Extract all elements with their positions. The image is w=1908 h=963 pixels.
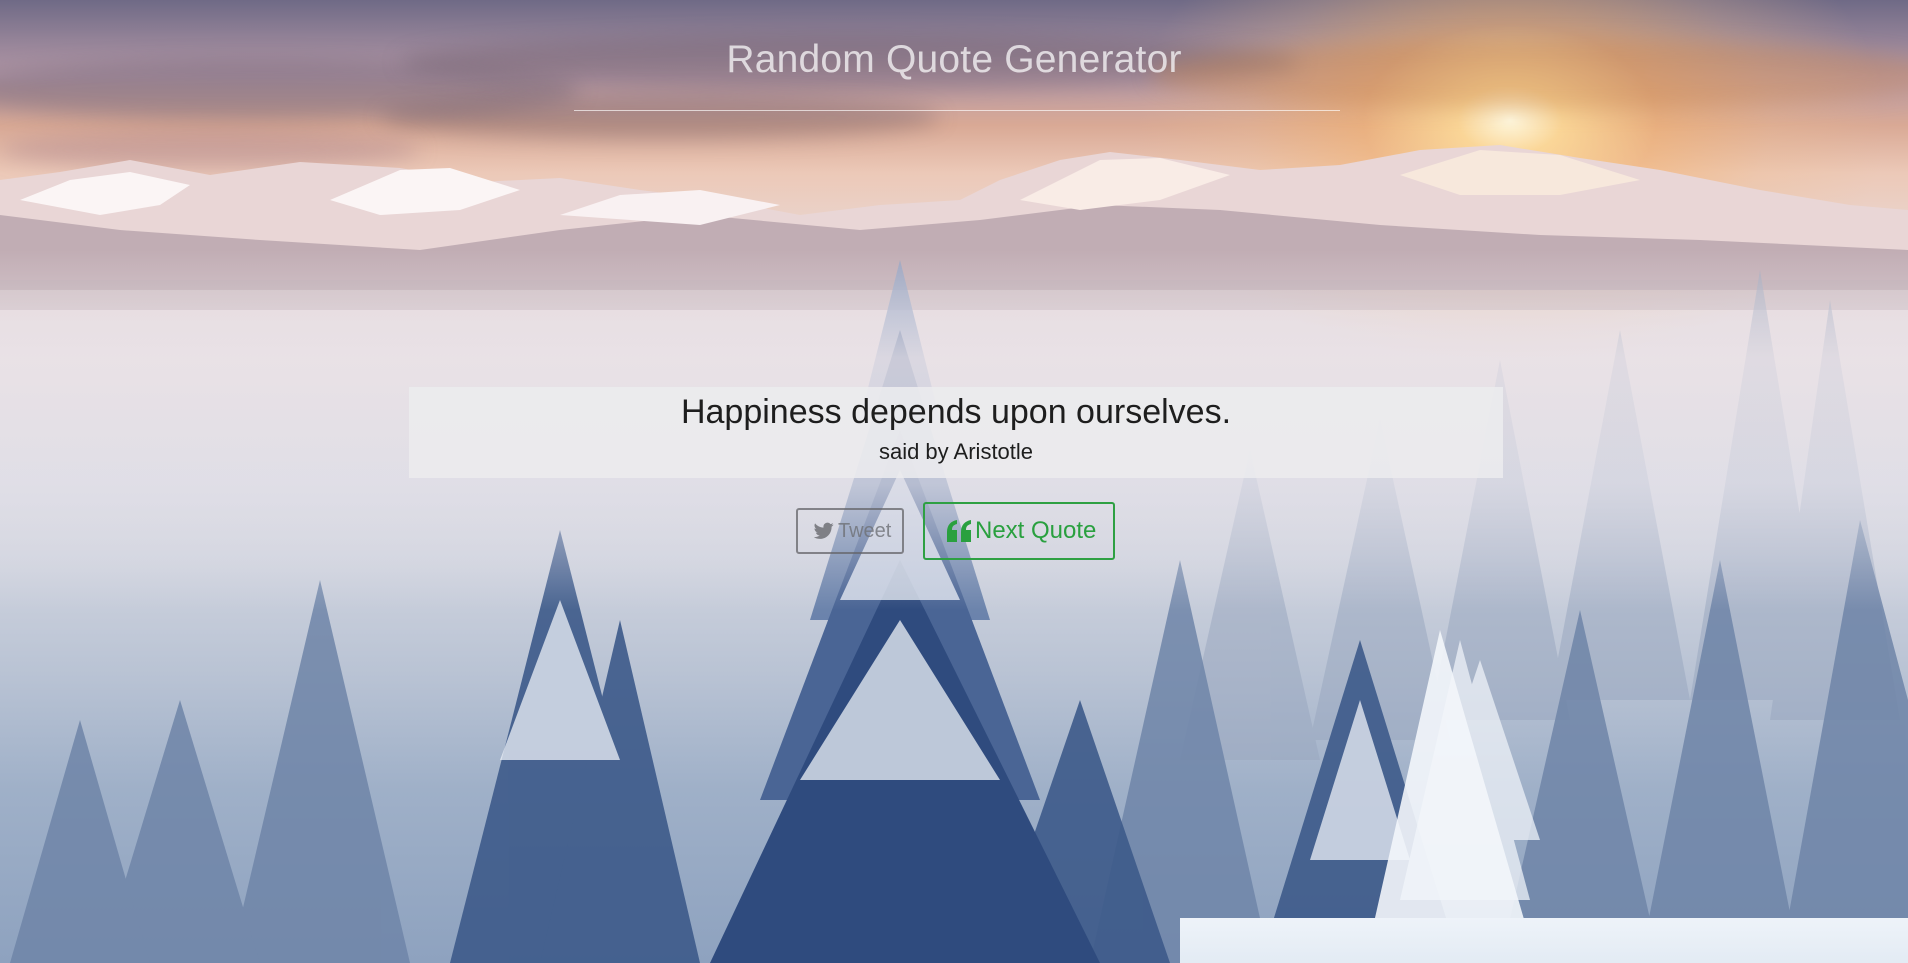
- page-title: Random Quote Generator: [726, 38, 1182, 81]
- quote-text: Happiness depends upon ourselves.: [680, 393, 1232, 431]
- action-buttons: Tweet Next Quote: [0, 502, 1908, 560]
- snow-ground: [1180, 918, 1908, 963]
- next-quote-label: Next Quote: [975, 517, 1097, 544]
- title-divider: [574, 110, 1340, 111]
- quote-author: said by Aristotle: [878, 439, 1034, 464]
- tweet-label: Tweet: [838, 519, 892, 542]
- quote-card: Happiness depends upon ourselves. said b…: [409, 387, 1503, 478]
- twitter-icon: [813, 522, 834, 540]
- tweet-button[interactable]: Tweet: [796, 508, 904, 554]
- background-image: [0, 0, 1908, 963]
- quote-left-icon: [947, 520, 973, 542]
- page-header: Random Quote Generator: [0, 0, 1908, 82]
- next-quote-button[interactable]: Next Quote: [923, 502, 1115, 560]
